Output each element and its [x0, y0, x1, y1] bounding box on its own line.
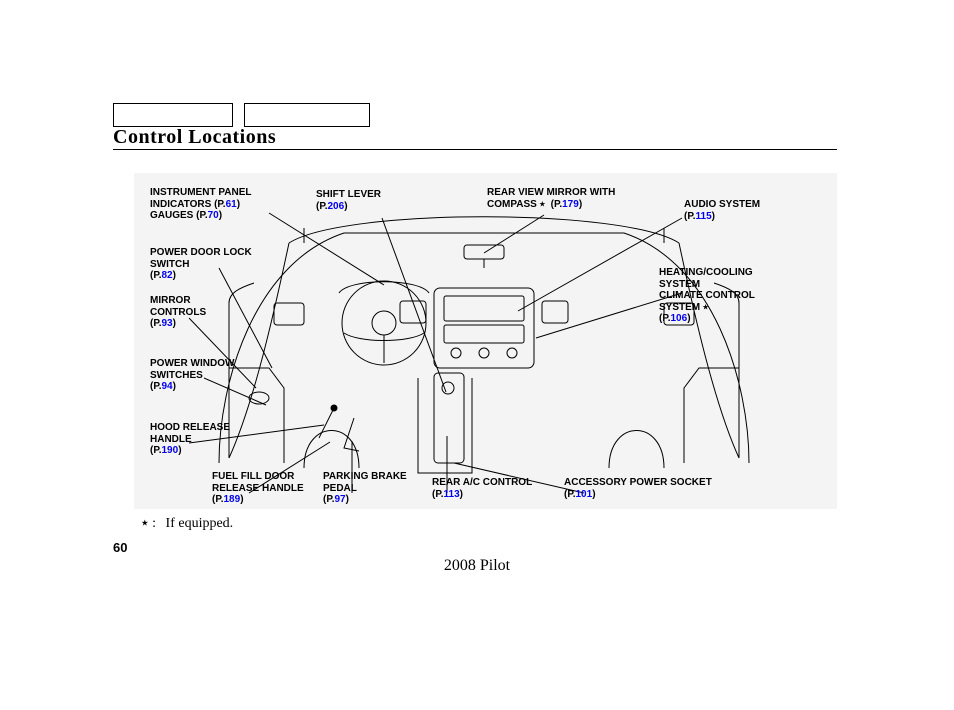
label-line: POWER WINDOW	[150, 358, 260, 370]
page-link-113[interactable]: 113	[444, 489, 460, 500]
label-line: HOOD RELEASE	[150, 422, 260, 434]
label-line: (P.101)	[564, 489, 734, 501]
label-line: CLIMATE CONTROL	[659, 290, 799, 302]
label-line: (P.206)	[316, 201, 406, 213]
label-line: HEATING/COOLING	[659, 267, 799, 279]
label-line: PARKING BRAKE	[323, 471, 423, 483]
callout-hood-release: HOOD RELEASE HANDLE (P.190)	[150, 422, 260, 457]
section-rule	[113, 149, 837, 150]
label-line: (P.189)	[212, 494, 322, 506]
label-line: PEDAL	[323, 483, 423, 495]
page-link-94[interactable]: 94	[162, 381, 173, 392]
footnote-symbol: ٭ :	[141, 516, 162, 531]
manual-page: Control Locations	[0, 0, 954, 710]
dashboard-illustration	[134, 173, 837, 509]
callout-audio-system: AUDIO SYSTEM (P.115)	[684, 199, 804, 222]
page-link-93[interactable]: 93	[162, 318, 173, 329]
page-link-206[interactable]: 206	[328, 201, 345, 212]
model-year-line: 2008 Pilot	[0, 557, 954, 575]
label-line: ACCESSORY POWER SOCKET	[564, 477, 734, 489]
callout-power-window: POWER WINDOW SWITCHES (P.94)	[150, 358, 260, 393]
label-line: REAR A/C CONTROL	[432, 477, 552, 489]
label-line: (P.190)	[150, 445, 260, 457]
figure-area: INSTRUMENT PANEL INDICATORS (P.61) GAUGE…	[134, 173, 837, 509]
page-link-61[interactable]: 61	[226, 199, 237, 210]
page-link-82[interactable]: 82	[162, 270, 173, 281]
page-link-70[interactable]: 70	[208, 210, 219, 221]
label-line: SYSTEM	[659, 279, 799, 291]
callout-parking-brake: PARKING BRAKE PEDAL (P.97)	[323, 471, 423, 506]
label-line: (P.115)	[684, 211, 804, 223]
label-line: (P.82)	[150, 270, 270, 282]
callout-power-door-lock: POWER DOOR LOCK SWITCH (P.82)	[150, 247, 270, 282]
callout-instrument-panel: INSTRUMENT PANEL INDICATORS (P.61) GAUGE…	[150, 187, 280, 222]
label-line: POWER DOOR LOCK	[150, 247, 270, 259]
label-line: CONTROLS	[150, 307, 250, 319]
label-line: AUDIO SYSTEM	[684, 199, 804, 211]
page-link-115[interactable]: 115	[696, 211, 712, 222]
callout-mirror-controls: MIRROR CONTROLS (P.93)	[150, 295, 250, 330]
header-box-right	[244, 103, 370, 127]
page-link-97[interactable]: 97	[335, 494, 346, 505]
label-line: SWITCHES	[150, 370, 260, 382]
callout-fuel-fill-door: FUEL FILL DOOR RELEASE HANDLE (P.189)	[212, 471, 322, 506]
label-line: SHIFT LEVER	[316, 189, 406, 201]
label-line: HANDLE	[150, 434, 260, 446]
label-line: (P.113)	[432, 489, 552, 501]
label-line: (P.93)	[150, 318, 250, 330]
label-line: GAUGES (P.70)	[150, 210, 280, 222]
footnote: ٭ : If equipped.	[141, 515, 233, 532]
callout-shift-lever: SHIFT LEVER (P.206)	[316, 189, 406, 212]
label-line: COMPASS ٭ (P.179)	[487, 199, 657, 211]
callout-accessory-socket: ACCESSORY POWER SOCKET (P.101)	[564, 477, 734, 500]
header-box-left	[113, 103, 233, 127]
label-line: (P.94)	[150, 381, 260, 393]
label-line: (P.106)	[659, 313, 799, 325]
label-line: (P.97)	[323, 494, 423, 506]
page-link-190[interactable]: 190	[162, 445, 179, 456]
callout-hvac: HEATING/COOLING SYSTEM CLIMATE CONTROL S…	[659, 267, 799, 325]
callout-rear-ac: REAR A/C CONTROL (P.113)	[432, 477, 552, 500]
label-line: SYSTEM ٭	[659, 302, 799, 314]
label-line: FUEL FILL DOOR	[212, 471, 322, 483]
callout-rearview-mirror: REAR VIEW MIRROR WITH COMPASS ٭ (P.179)	[487, 187, 657, 210]
label-line: MIRROR	[150, 295, 250, 307]
label-line: REAR VIEW MIRROR WITH	[487, 187, 657, 199]
page-link-106[interactable]: 106	[671, 313, 688, 324]
page-link-101[interactable]: 101	[576, 489, 593, 500]
page-link-179[interactable]: 179	[562, 199, 579, 210]
label-line: INSTRUMENT PANEL	[150, 187, 280, 199]
section-title: Control Locations	[113, 126, 276, 149]
label-line: INDICATORS (P.61)	[150, 199, 280, 211]
footnote-text: If equipped.	[166, 516, 234, 531]
label-line: SWITCH	[150, 259, 270, 271]
page-number: 60	[113, 540, 127, 555]
page-link-189[interactable]: 189	[224, 494, 241, 505]
label-line: RELEASE HANDLE	[212, 483, 322, 495]
